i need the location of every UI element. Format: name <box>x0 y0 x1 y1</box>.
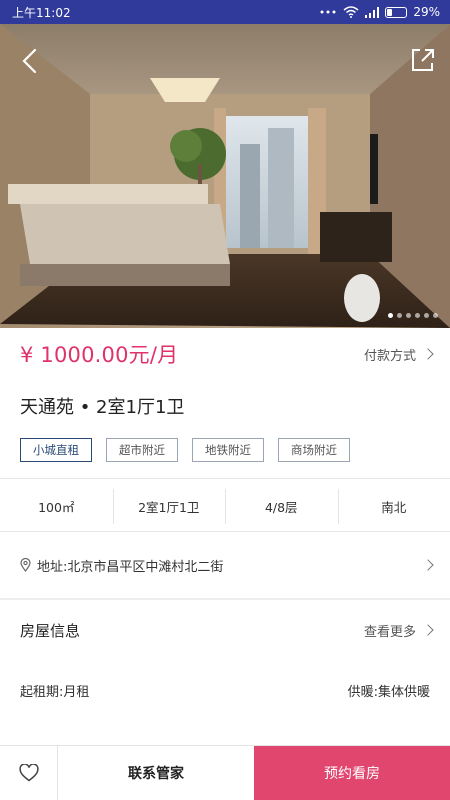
location-pin-icon <box>20 558 31 572</box>
favorite-button[interactable] <box>0 746 58 800</box>
room-photo <box>0 24 450 328</box>
tag-near-mall: 商场附近 <box>278 438 350 462</box>
view-more-label: 查看更多 <box>363 624 416 640</box>
heart-icon <box>18 764 39 782</box>
status-bar: 上午11:02 29% <box>0 0 450 24</box>
gallery-indicator <box>388 313 438 318</box>
house-info-details: 起租期:月租 供暖:集体供暖 <box>0 676 450 704</box>
bottom-action-bar: 联系管家 预约看房 <box>0 745 450 800</box>
status-icons: 29% <box>319 5 440 19</box>
rent-price: ¥ 1000.00元/月 <box>20 343 179 367</box>
spec-floor: 4/8层 <box>225 488 338 524</box>
gallery-dot[interactable] <box>388 313 393 318</box>
spec-orientation: 南北 <box>337 488 450 524</box>
tag-direct-rent: 小城直租 <box>20 438 92 462</box>
spec-summary: 100㎡ 2室1厅1卫 4/8层 南北 <box>0 482 450 530</box>
gallery-dot[interactable] <box>397 313 402 318</box>
address-content: 地址:北京市昌平区中滩村北二街 <box>20 556 223 575</box>
contact-manager-button[interactable]: 联系管家 <box>58 746 254 800</box>
payment-method-label: 付款方式 <box>363 348 416 364</box>
rent-term: 起租期:月租 <box>20 684 90 700</box>
share-icon <box>412 49 434 71</box>
address-text: 地址:北京市昌平区中滩村北二街 <box>37 559 224 575</box>
tag-near-supermarket: 超市附近 <box>106 438 178 462</box>
gallery-dot[interactable] <box>424 313 429 318</box>
status-time: 上午11:02 <box>12 5 71 20</box>
spec-area: 100㎡ <box>38 499 75 515</box>
gallery-dot[interactable] <box>415 313 420 318</box>
notification-dots-icon <box>320 10 336 14</box>
house-info-title: 房屋信息 <box>20 621 81 640</box>
signal-icon <box>365 6 380 18</box>
gallery-dot[interactable] <box>406 313 411 318</box>
payment-method-link[interactable]: 付款方式 <box>363 345 434 364</box>
section-separator <box>0 598 450 600</box>
chevron-right-icon <box>422 559 434 571</box>
house-info-header: 房屋信息 查看更多 <box>0 612 450 648</box>
battery-icon <box>385 6 408 18</box>
back-arrow-icon <box>22 48 37 74</box>
divider <box>0 478 450 479</box>
tag-near-subway: 地铁附近 <box>192 438 264 462</box>
book-viewing-button[interactable]: 预约看房 <box>254 746 450 800</box>
listing-title: 天通苑 • 2室1厅1卫 <box>20 397 185 418</box>
divider <box>0 531 450 532</box>
wifi-icon <box>343 6 359 18</box>
chevron-right-icon <box>422 624 434 636</box>
listing-photo-gallery[interactable] <box>0 24 450 328</box>
back-button[interactable] <box>14 44 44 78</box>
address-row[interactable]: 地址:北京市昌平区中滩村北二街 <box>0 546 450 584</box>
chevron-right-icon <box>422 348 434 360</box>
battery-percent: 29% <box>413 5 440 19</box>
share-button[interactable] <box>408 46 438 76</box>
gallery-dot[interactable] <box>433 313 438 318</box>
price-row: ¥ 1000.00元/月 付款方式 <box>0 328 450 380</box>
listing-tags: 小城直租 超市附近 地铁附近 商场附近 <box>20 438 350 462</box>
heating-type: 供暖:集体供暖 <box>347 684 430 700</box>
view-more-link[interactable]: 查看更多 <box>363 621 434 640</box>
spec-layout: 2室1厅1卫 <box>112 488 226 524</box>
